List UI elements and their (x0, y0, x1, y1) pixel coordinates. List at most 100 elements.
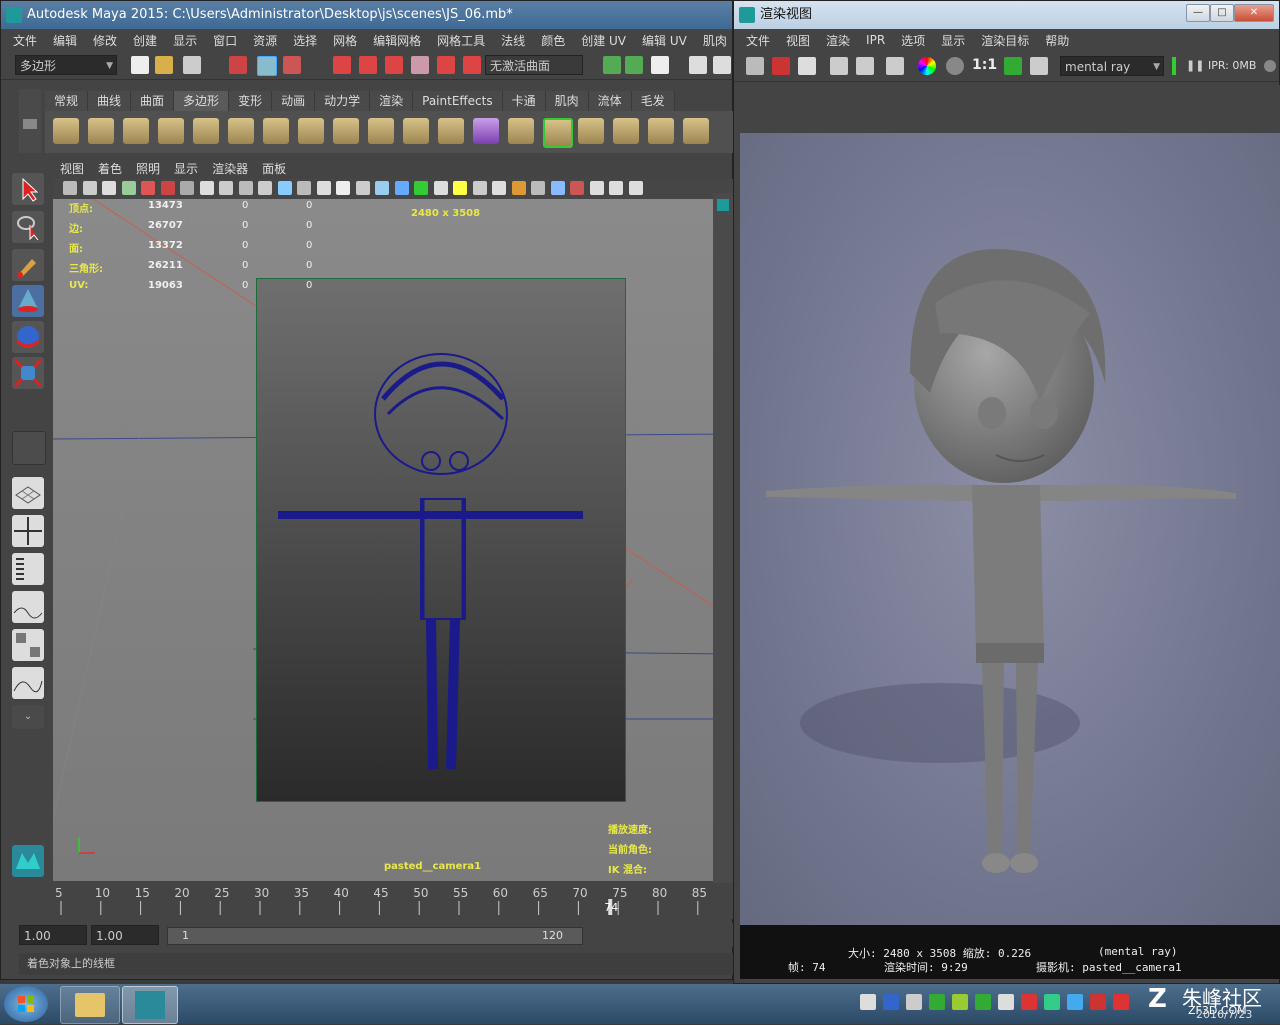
panel-tool-icon[interactable] (102, 181, 116, 195)
last-tool-slot[interactable] (12, 431, 46, 465)
polygon-tool-icon[interactable] (88, 118, 114, 144)
input-output-icon[interactable] (603, 56, 621, 74)
panel-menu-item[interactable]: 着色 (91, 159, 129, 179)
tray-icon[interactable] (1067, 994, 1083, 1010)
panel-menu-item[interactable]: 渲染器 (205, 159, 255, 179)
snapshot-icon[interactable] (798, 57, 816, 75)
maya-menu-item[interactable]: 编辑 (45, 32, 85, 49)
shelf-tab[interactable]: 肌肉 (545, 91, 589, 111)
panel-tool-icon[interactable] (160, 181, 175, 195)
redo-render-icon[interactable] (746, 57, 764, 75)
render-view-menu-item[interactable]: 文件 (738, 32, 778, 49)
render-view-menu-item[interactable]: 渲染目标 (973, 32, 1037, 49)
tray-icon[interactable] (906, 994, 922, 1010)
construction-history-icon[interactable] (625, 56, 643, 74)
shelf-tab[interactable]: 曲面 (131, 91, 175, 111)
panel-tool-icon[interactable] (258, 181, 272, 195)
shelf-tab[interactable]: 动力学 (315, 91, 371, 111)
maya-menu-item[interactable]: 显示 (165, 32, 205, 49)
panel-tool-icon[interactable] (589, 181, 604, 195)
render-view-menu-item[interactable]: 帮助 (1037, 32, 1077, 49)
polygon-tool-icon[interactable] (438, 118, 464, 144)
new-scene-icon[interactable] (131, 56, 149, 74)
shelf-menu-handle[interactable] (19, 89, 41, 153)
magnet-icon[interactable] (463, 56, 481, 74)
snap-view-plane-icon[interactable] (411, 56, 429, 74)
perspective-viewport[interactable]: 顶点: 13473 0 0 边: 26707 0 0 面: 13372 0 0 三角形: 26211 0 0 U… (53, 199, 733, 881)
panel-tool-icon[interactable] (219, 181, 233, 195)
render-view-menu-item[interactable]: 显示 (933, 32, 973, 49)
move-tool-icon[interactable] (12, 285, 44, 317)
taskbar-explorer-button[interactable] (60, 986, 120, 1024)
maya-menu-item[interactable]: 编辑网格 (365, 32, 429, 49)
lasso-tool-icon[interactable] (12, 211, 44, 243)
tray-icon[interactable] (883, 994, 899, 1010)
panel-tool-icon[interactable] (375, 181, 389, 195)
frame-region-icon[interactable] (1030, 57, 1048, 75)
polygon-tool-icon[interactable] (648, 118, 674, 144)
maya-menu-item[interactable]: 肌肉 (695, 32, 732, 49)
ipr-render-icon[interactable] (689, 56, 707, 74)
polygon-tool-icon[interactable] (683, 118, 709, 144)
panel-tool-icon[interactable] (628, 181, 643, 195)
maya-menu-item[interactable]: 选择 (285, 32, 325, 49)
frame-image-icon[interactable] (1004, 57, 1022, 75)
refresh-ipr-icon[interactable] (856, 57, 874, 75)
polygon-tool-icon[interactable] (613, 118, 639, 144)
shelf-tab[interactable]: PaintEffects (413, 91, 503, 111)
color-channels-icon[interactable] (918, 57, 936, 75)
range-slider-bar[interactable]: 1 120 (167, 927, 583, 945)
polygon-tool-icon[interactable] (228, 118, 254, 144)
tray-icon[interactable] (860, 994, 876, 1010)
shelf-tab[interactable]: 常规 (45, 91, 89, 111)
panel-tool-icon[interactable] (336, 181, 350, 195)
graph-layout-icon[interactable] (12, 591, 44, 623)
polygon-tool-icon[interactable] (578, 118, 604, 144)
rotate-tool-icon[interactable] (12, 321, 44, 353)
start-button[interactable] (4, 986, 48, 1022)
pause-icon[interactable]: ❚❚ (1186, 59, 1204, 72)
shelf-tab[interactable]: 多边形 (174, 91, 230, 111)
panel-tool-icon[interactable] (472, 181, 487, 195)
tray-icon[interactable] (952, 994, 968, 1010)
minimize-button[interactable]: — (1186, 4, 1210, 22)
shelf-tab[interactable]: 曲线 (88, 91, 132, 111)
shelf-tab[interactable]: 动画 (272, 91, 316, 111)
panel-menu-item[interactable]: 面板 (255, 159, 293, 179)
tray-icon[interactable] (975, 994, 991, 1010)
select-hierarchy-icon[interactable] (229, 56, 247, 74)
maya-menu-item[interactable]: 编辑 UV (634, 32, 695, 49)
tray-icon[interactable] (998, 994, 1014, 1010)
panel-tool-icon[interactable] (570, 181, 584, 195)
anim-layout-icon[interactable] (12, 667, 44, 699)
panel-menu-item[interactable]: 照明 (129, 159, 167, 179)
tray-icon[interactable] (1090, 994, 1106, 1010)
select-object-icon[interactable] (257, 56, 277, 76)
maya-menu-item[interactable]: 资源 (245, 32, 285, 49)
panel-tool-icon[interactable] (82, 181, 97, 195)
polygon-tool-icon[interactable] (53, 118, 79, 144)
tray-icon[interactable] (1044, 994, 1060, 1010)
panel-tool-icon[interactable] (141, 181, 155, 195)
polygon-tool-icon[interactable] (193, 118, 219, 144)
panel-tool-icon[interactable] (609, 181, 623, 195)
panel-tool-icon[interactable] (63, 181, 77, 195)
panel-tool-icon[interactable] (316, 181, 331, 195)
taskbar-maya-button[interactable] (122, 986, 178, 1024)
tray-icon[interactable] (929, 994, 945, 1010)
expand-toolbox-icon[interactable]: ⌄ (12, 705, 44, 729)
open-scene-icon[interactable] (155, 56, 173, 74)
panel-tool-icon[interactable] (199, 181, 214, 195)
polygon-tool-icon[interactable] (473, 118, 499, 144)
renderer-selector[interactable]: mental ray ▼ (1060, 56, 1164, 76)
render-region-icon[interactable] (772, 57, 790, 75)
close-button[interactable]: ✕ (1234, 4, 1274, 22)
tray-icon[interactable] (1021, 994, 1037, 1010)
outliner-layout-icon[interactable] (12, 553, 44, 585)
real-size-button[interactable]: 1:1 (972, 57, 997, 73)
shelf-tab[interactable]: 毛发 (631, 91, 675, 111)
render-settings-icon[interactable] (713, 56, 731, 74)
panel-tool-icon[interactable] (297, 181, 311, 195)
polygon-tool-icon[interactable] (263, 118, 289, 144)
maya-menu-item[interactable]: 创建 UV (573, 32, 634, 49)
